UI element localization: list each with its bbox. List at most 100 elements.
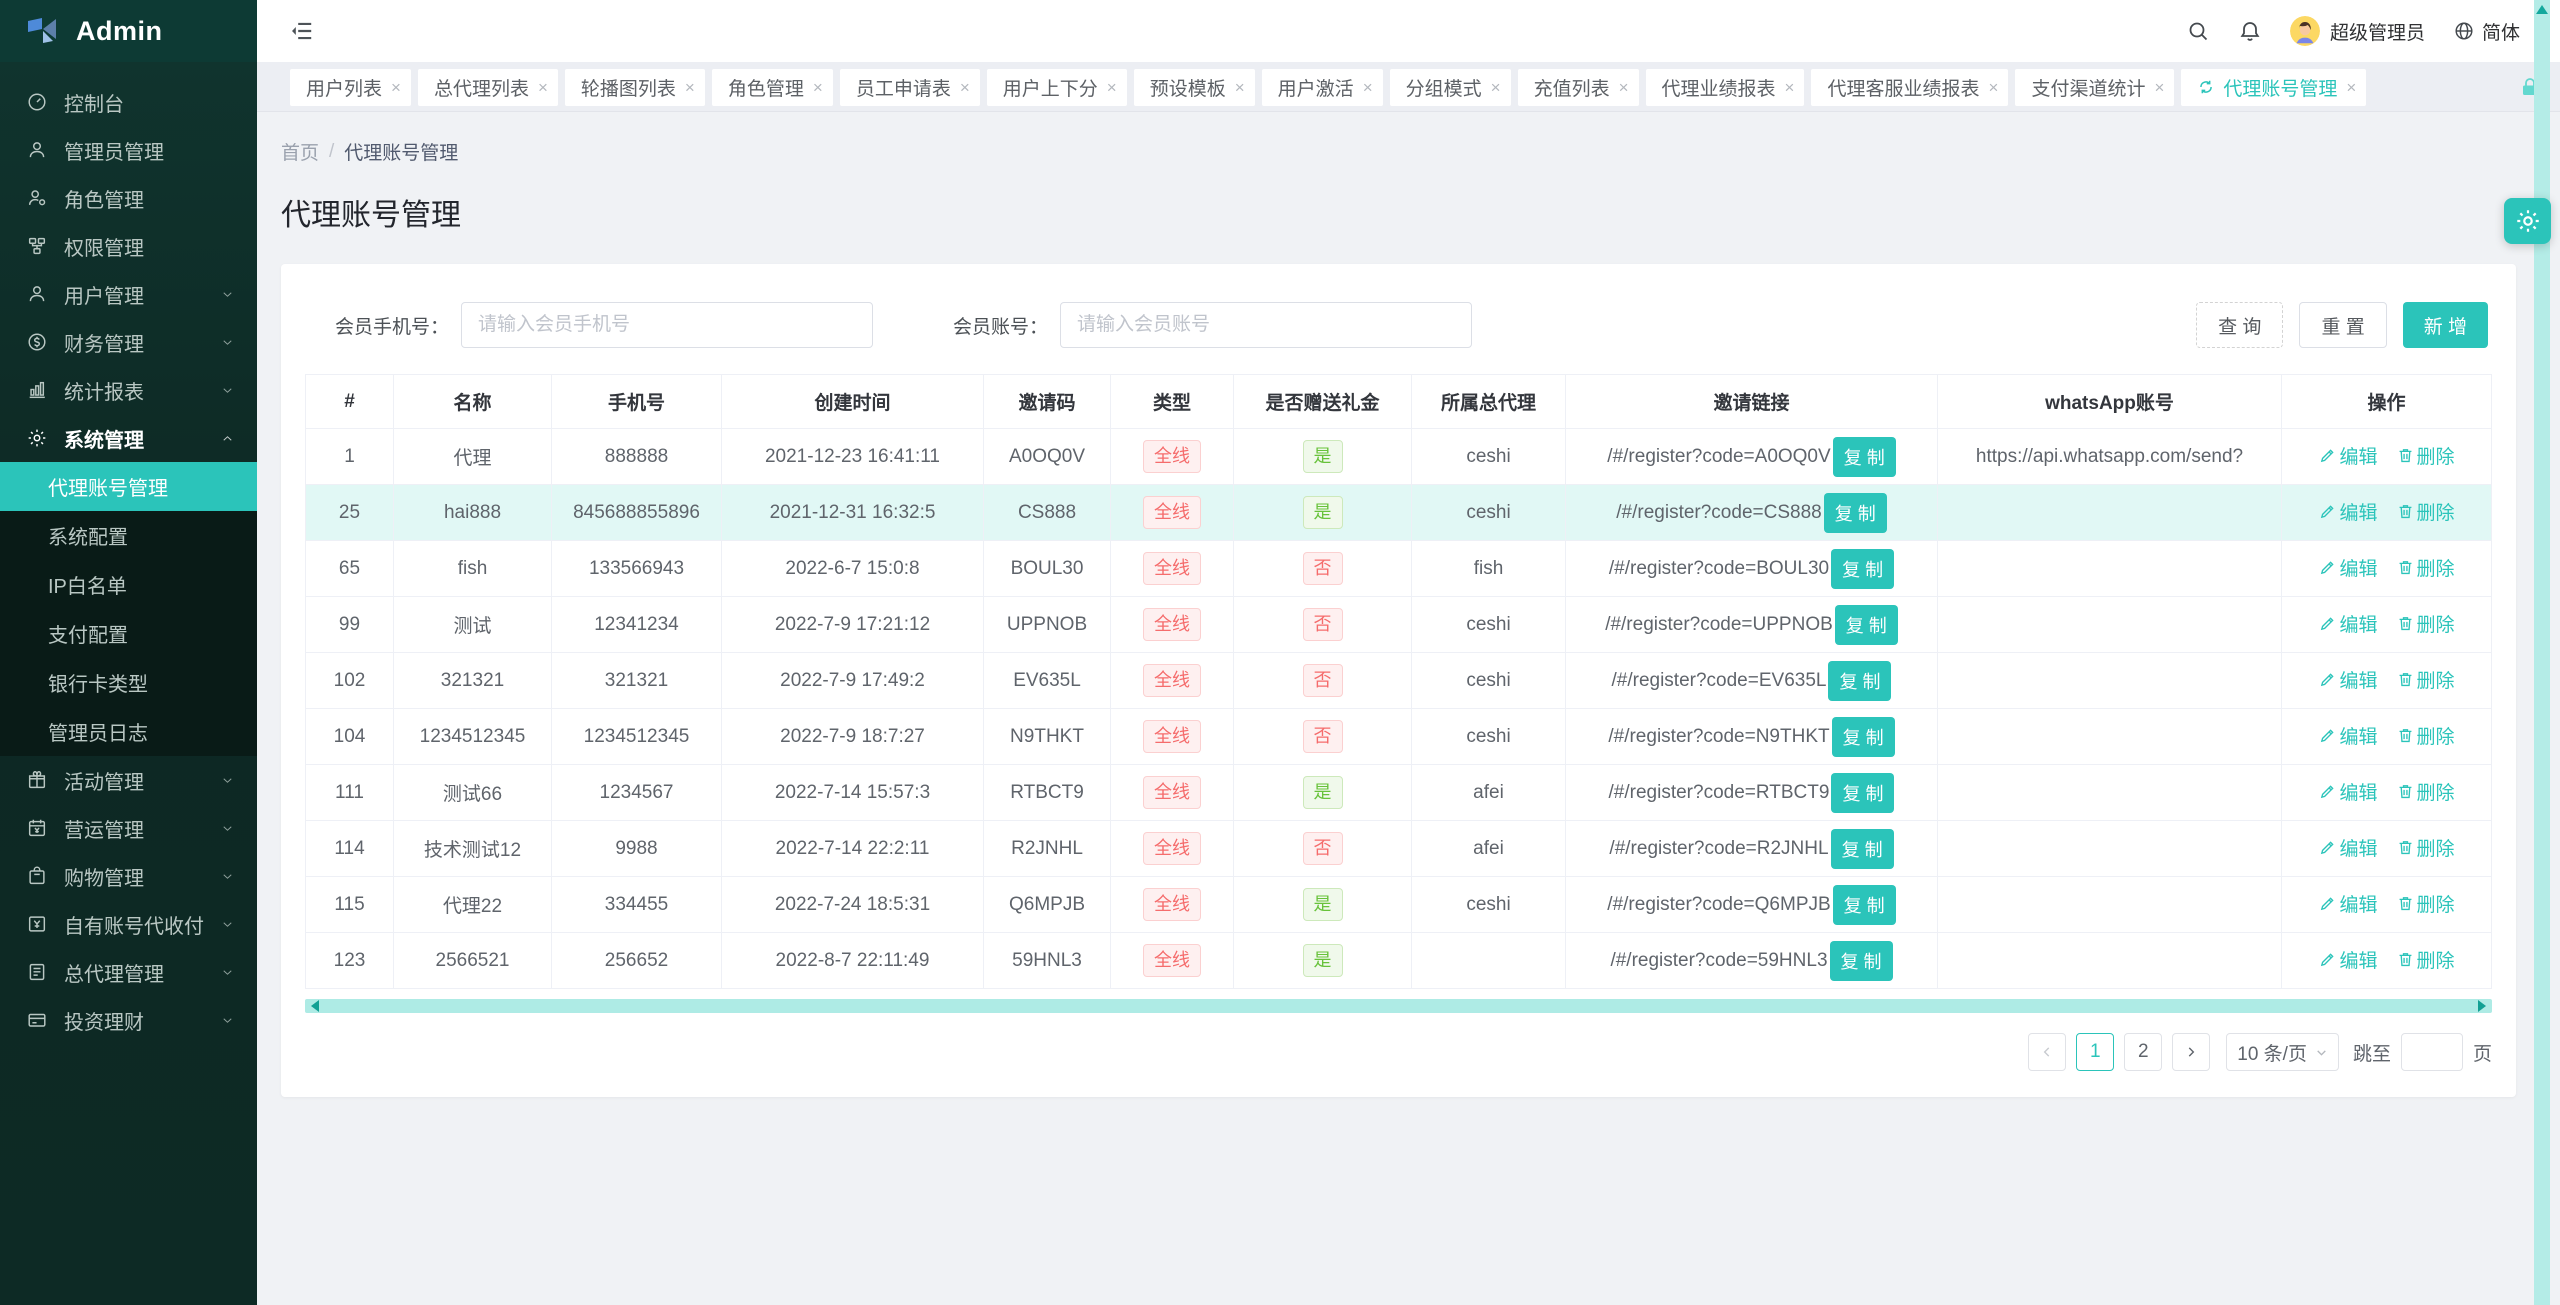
sidebar-subitem-3[interactable]: 支付配置 (0, 609, 257, 658)
add-button[interactable]: 新 增 (2403, 302, 2488, 348)
tab-close-icon[interactable]: × (960, 79, 970, 96)
scroll-left-icon[interactable] (311, 1000, 319, 1012)
vertical-scrollbar[interactable] (2534, 0, 2550, 1305)
sidebar-subitem-2[interactable]: IP白名单 (0, 560, 257, 609)
edit-link[interactable]: 编辑 (2318, 610, 2377, 637)
tab-close-icon[interactable]: × (1235, 79, 1245, 96)
reset-button[interactable]: 重 置 (2299, 302, 2386, 348)
sidebar-item-12[interactable]: 总代理管理 (0, 948, 257, 996)
copy-button[interactable]: 复 制 (1832, 717, 1895, 757)
delete-link[interactable]: 删除 (2396, 610, 2455, 637)
tab-7[interactable]: 用户激活× (1262, 69, 1383, 106)
sidebar-subitem-5[interactable]: 管理员日志 (0, 707, 257, 756)
tab-12[interactable]: 支付渠道统计× (2015, 69, 2174, 106)
sidebar-item-0[interactable]: 控制台 (0, 78, 257, 126)
query-button[interactable]: 查 询 (2196, 302, 2283, 348)
edit-link[interactable]: 编辑 (2318, 722, 2377, 749)
delete-link[interactable]: 删除 (2396, 946, 2455, 973)
prev-page-button[interactable] (2028, 1033, 2066, 1071)
horizontal-scrollbar[interactable] (305, 999, 2492, 1013)
sidebar-item-9[interactable]: 营运管理 (0, 804, 257, 852)
delete-link[interactable]: 删除 (2396, 834, 2455, 861)
scroll-right-icon[interactable] (2478, 1000, 2486, 1012)
delete-link[interactable]: 删除 (2396, 498, 2455, 525)
copy-button[interactable]: 复 制 (1830, 941, 1893, 981)
tab-5[interactable]: 用户上下分× (987, 69, 1127, 106)
scroll-up-icon[interactable] (2536, 5, 2548, 14)
tab-11[interactable]: 代理客服业绩报表× (1811, 69, 2008, 106)
tab-1[interactable]: 总代理列表× (418, 69, 558, 106)
tab-close-icon[interactable]: × (1491, 79, 1501, 96)
sidebar-item-10[interactable]: 购物管理 (0, 852, 257, 900)
tab-2[interactable]: 轮播图列表× (565, 69, 705, 106)
delete-link[interactable]: 删除 (2396, 778, 2455, 805)
copy-button[interactable]: 复 制 (1831, 829, 1894, 869)
page-button-1[interactable]: 1 (2076, 1033, 2114, 1071)
edit-link[interactable]: 编辑 (2318, 778, 2377, 805)
search-icon[interactable] (2186, 19, 2210, 43)
sidebar-item-5[interactable]: 财务管理 (0, 318, 257, 366)
account-input[interactable] (1060, 302, 1472, 348)
sidebar-item-7[interactable]: 系统管理 (0, 414, 257, 462)
sidebar-item-4[interactable]: 用户管理 (0, 270, 257, 318)
edit-link[interactable]: 编辑 (2318, 554, 2377, 581)
tab-close-icon[interactable]: × (1363, 79, 1373, 96)
edit-link[interactable]: 编辑 (2318, 498, 2377, 525)
tab-close-icon[interactable]: × (813, 79, 823, 96)
settings-fab[interactable] (2504, 198, 2551, 244)
tab-6[interactable]: 预设模板× (1134, 69, 1255, 106)
sidebar-item-13[interactable]: 投资理财 (0, 996, 257, 1044)
jump-page-input[interactable] (2401, 1033, 2463, 1071)
sidebar-item-11[interactable]: 自有账号代收付 (0, 900, 257, 948)
edit-link[interactable]: 编辑 (2318, 834, 2377, 861)
edit-link[interactable]: 编辑 (2318, 442, 2377, 469)
tab-close-icon[interactable]: × (685, 79, 695, 96)
sidebar-item-1[interactable]: 管理员管理 (0, 126, 257, 174)
user-menu[interactable]: 超级管理员 (2290, 16, 2425, 46)
copy-button[interactable]: 复 制 (1828, 661, 1891, 701)
sidebar-item-2[interactable]: 角色管理 (0, 174, 257, 222)
sidebar-collapse-icon[interactable] (289, 18, 315, 44)
tab-8[interactable]: 分组模式× (1390, 69, 1511, 106)
copy-button[interactable]: 复 制 (1835, 605, 1898, 645)
edit-link[interactable]: 编辑 (2318, 890, 2377, 917)
tab-close-icon[interactable]: × (1619, 79, 1629, 96)
next-page-button[interactable] (2172, 1033, 2210, 1071)
delete-link[interactable]: 删除 (2396, 442, 2455, 469)
tab-close-icon[interactable]: × (1785, 79, 1795, 96)
bell-icon[interactable] (2238, 19, 2262, 43)
page-size-select[interactable]: 10 条/页 (2226, 1033, 2339, 1071)
sidebar-subitem-1[interactable]: 系统配置 (0, 511, 257, 560)
sidebar-subitem-0[interactable]: 代理账号管理 (0, 462, 257, 511)
page-button-2[interactable]: 2 (2124, 1033, 2162, 1071)
tab-close-icon[interactable]: × (1989, 79, 1999, 96)
copy-button[interactable]: 复 制 (1833, 437, 1896, 477)
tab-close-icon[interactable]: × (391, 79, 401, 96)
edit-link[interactable]: 编辑 (2318, 946, 2377, 973)
tab-0[interactable]: 用户列表× (290, 69, 411, 106)
tab-9[interactable]: 充值列表× (1518, 69, 1639, 106)
tab-13[interactable]: 代理账号管理× (2181, 69, 2366, 106)
copy-button[interactable]: 复 制 (1831, 549, 1894, 589)
tab-close-icon[interactable]: × (538, 79, 548, 96)
sidebar-subitem-4[interactable]: 银行卡类型 (0, 658, 257, 707)
delete-link[interactable]: 删除 (2396, 666, 2455, 693)
sidebar-item-8[interactable]: 活动管理 (0, 756, 257, 804)
sidebar-item-3[interactable]: 权限管理 (0, 222, 257, 270)
sidebar-item-6[interactable]: 统计报表 (0, 366, 257, 414)
tab-10[interactable]: 代理业绩报表× (1646, 69, 1805, 106)
tab-close-icon[interactable]: × (2154, 79, 2164, 96)
tab-close-icon[interactable]: × (2346, 79, 2356, 96)
copy-button[interactable]: 复 制 (1824, 493, 1887, 533)
tab-4[interactable]: 员工申请表× (840, 69, 980, 106)
language-switch[interactable]: 简体 (2453, 18, 2520, 45)
phone-input[interactable] (461, 302, 873, 348)
delete-link[interactable]: 删除 (2396, 554, 2455, 581)
edit-link[interactable]: 编辑 (2318, 666, 2377, 693)
delete-link[interactable]: 删除 (2396, 722, 2455, 749)
delete-link[interactable]: 删除 (2396, 890, 2455, 917)
tab-close-icon[interactable]: × (1107, 79, 1117, 96)
copy-button[interactable]: 复 制 (1833, 885, 1896, 925)
breadcrumb-home[interactable]: 首页 (281, 138, 319, 165)
copy-button[interactable]: 复 制 (1831, 773, 1894, 813)
